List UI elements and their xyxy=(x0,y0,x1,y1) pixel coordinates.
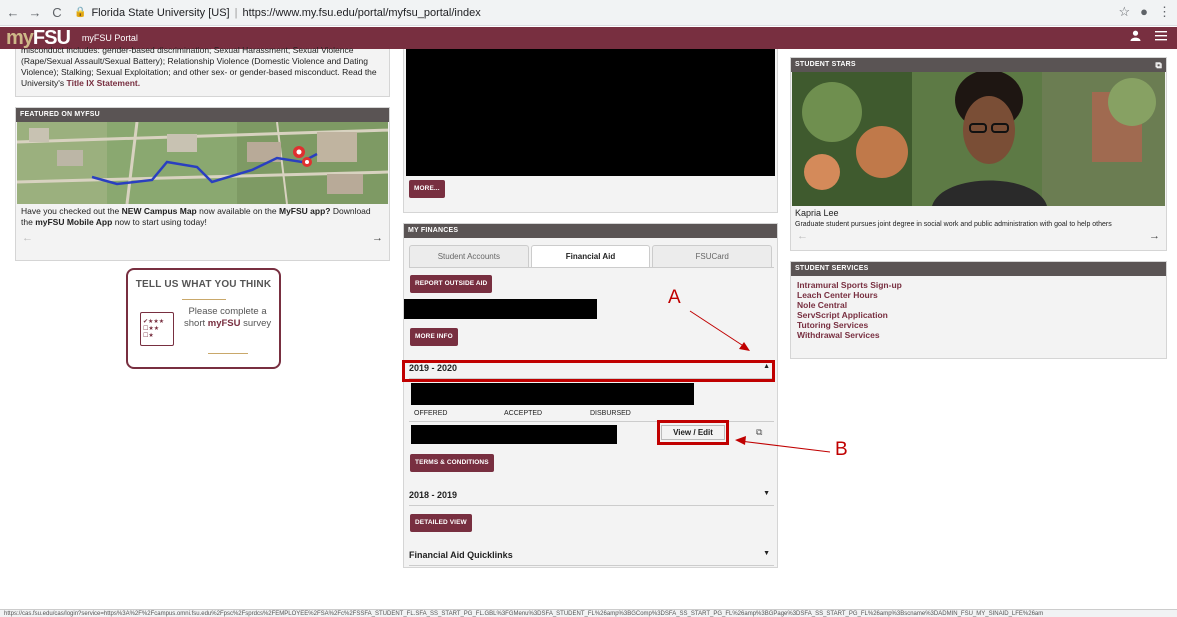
profile-icon[interactable]: ● xyxy=(1140,4,1148,20)
user-icon[interactable] xyxy=(1130,30,1141,44)
forward-icon[interactable]: → xyxy=(26,5,44,20)
lock-icon: 🔒 xyxy=(74,7,87,18)
bookmark-star-icon[interactable]: ☆ xyxy=(1118,4,1130,20)
portal-title: myFSU Portal xyxy=(81,33,138,43)
site-name: Florida State University [US] xyxy=(91,6,230,19)
status-bar-url: https://cas.fsu.edu/cas/login?service=ht… xyxy=(0,609,1177,617)
browser-toolbar: ← → C 🔒 Florida State University [US] | … xyxy=(0,0,1177,26)
browser-menu-icon[interactable]: ⋮ xyxy=(1158,4,1171,20)
address-bar[interactable]: 🔒 Florida State University [US] | https:… xyxy=(74,7,481,19)
url-text: https://www.my.fsu.edu/portal/myfsu_port… xyxy=(242,6,481,19)
back-icon[interactable]: ← xyxy=(4,5,22,20)
hamburger-menu-icon[interactable] xyxy=(1155,30,1167,44)
annotation-arrows xyxy=(689,310,831,453)
reload-icon[interactable]: C xyxy=(48,5,66,20)
